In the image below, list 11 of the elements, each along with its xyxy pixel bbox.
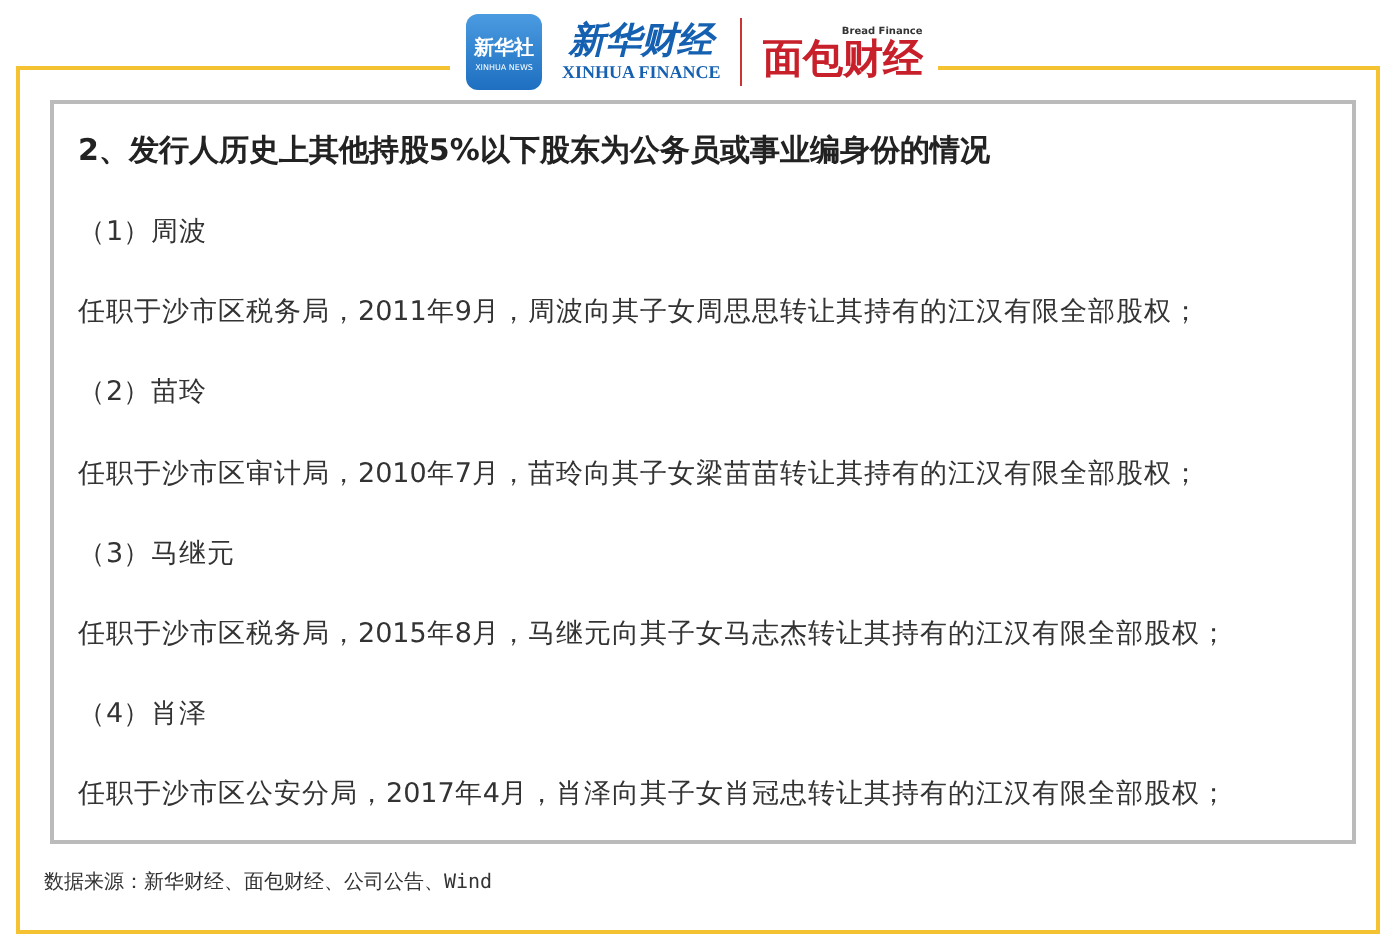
shareholder-detail: 任职于沙市区税务局，2015年8月，马继元向其子女马志杰转让其持有的江汉有限全部股权； bbox=[78, 615, 1230, 652]
shareholder-name: （3）马继元 bbox=[78, 535, 238, 572]
shareholder-name: （2）苗玲 bbox=[78, 374, 210, 411]
shareholder-detail: 任职于沙市区公安分局，2017年4月，肖泽向其子女肖冠忠转让其持有的江汉有限全部股权； bbox=[78, 776, 1230, 812]
section-title: 2、发行人历史上其他持股5%以下股东为公务员或事业编身份的情况 bbox=[78, 132, 992, 170]
shareholder-name: （4）肖泽 bbox=[78, 695, 210, 732]
source-note: 数据来源：新华财经、面包财经、公司公告、Wind bbox=[44, 869, 495, 896]
shareholder-name: （1）周波 bbox=[78, 214, 210, 251]
shareholder-detail: 任职于沙市区审计局，2010年7月，苗玲向其子女梁苗苗转让其持有的江汉有限全部股权； bbox=[78, 455, 1202, 491]
shareholder-detail: 任职于沙市区税务局，2011年9月，周波向其子女周思思转让其持有的江汉有限全部股权； bbox=[78, 294, 1202, 331]
xinhua-finance-logo: 新华财经 XINHUA FINANCE bbox=[562, 22, 721, 82]
